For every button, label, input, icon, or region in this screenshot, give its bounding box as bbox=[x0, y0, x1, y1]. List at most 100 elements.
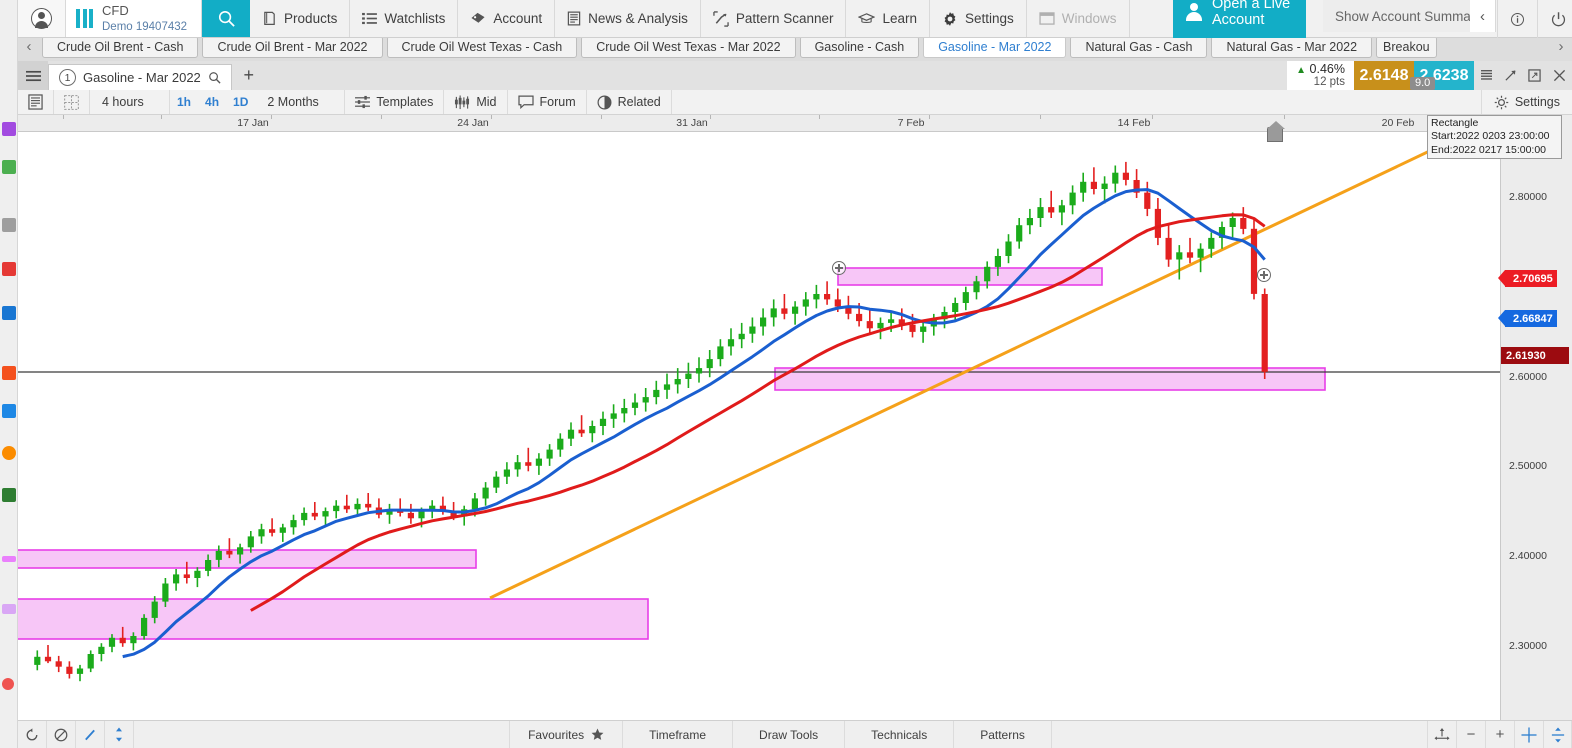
instrument-tab-crude-oil-west-texas-mar-2022[interactable]: Crude Oil West Texas - Mar 2022 bbox=[581, 35, 796, 58]
rectangle-handle-left[interactable] bbox=[832, 261, 846, 275]
pen-icon bbox=[85, 729, 95, 740]
draw-pen-button[interactable] bbox=[76, 721, 105, 748]
range-selector[interactable]: 2 Months bbox=[255, 90, 346, 114]
panel-icon bbox=[28, 94, 43, 110]
nav-item-news-analysis[interactable]: News & Analysis bbox=[555, 0, 701, 37]
tab-label: Crude Oil West Texas - Cash bbox=[401, 39, 563, 54]
add-chart-tab-button[interactable]: + bbox=[232, 61, 266, 90]
chart-menu-button[interactable] bbox=[18, 61, 48, 90]
minimize-button[interactable] bbox=[1498, 61, 1522, 90]
taskbar-icon-dot-red[interactable] bbox=[2, 678, 14, 690]
brand-logo[interactable]: CFD Demo 19407432 bbox=[66, 0, 203, 37]
tab-label: Natural Gas - Mar 2022 bbox=[1226, 39, 1358, 54]
instrument-tab-breakout[interactable]: Breakou bbox=[1376, 35, 1437, 58]
nav-item-account[interactable]: Account bbox=[458, 0, 556, 37]
trading-platform-window: CFD Demo 19407432 Products Watchlists Ac… bbox=[0, 0, 1572, 748]
clear-drawings-button[interactable] bbox=[47, 721, 76, 748]
bottom-toolbar: Favourites Timeframe Draw Tools Technica… bbox=[18, 720, 1572, 748]
nav-item-watchlists[interactable]: Watchlists bbox=[350, 0, 459, 37]
taskbar-icon-calc[interactable] bbox=[2, 488, 16, 502]
chart-plot[interactable] bbox=[18, 132, 1500, 702]
undo-button[interactable] bbox=[18, 721, 47, 748]
logout-button[interactable] bbox=[1538, 0, 1572, 38]
chart-options-button[interactable] bbox=[1474, 61, 1498, 90]
date-tick-label: 20 Feb bbox=[1381, 117, 1415, 129]
draw-tools-label: Draw Tools bbox=[759, 727, 819, 742]
instrument-tab-natural-gas-cash[interactable]: Natural Gas - Cash bbox=[1070, 35, 1208, 58]
instrument-tab-gasoline-mar-2022[interactable]: Gasoline - Mar 2022 bbox=[923, 35, 1067, 58]
date-tick-label: 7 Feb bbox=[897, 117, 925, 129]
technicals-button[interactable]: Technicals bbox=[845, 721, 955, 748]
price-tick-label: 2.40000 bbox=[1509, 550, 1547, 562]
zoom-out-button[interactable]: − bbox=[1456, 721, 1485, 748]
crosshair-button[interactable] bbox=[1514, 721, 1543, 748]
taskbar-icon-green[interactable] bbox=[2, 160, 16, 174]
instrument-tab-gasoline-cash[interactable]: Gasoline - Cash bbox=[799, 35, 920, 58]
chart-tab-gasoline-mar-2022[interactable]: 1 Gasoline - Mar 2022 bbox=[48, 64, 232, 90]
forum-label: Forum bbox=[539, 95, 576, 109]
related-button[interactable]: Related bbox=[587, 90, 672, 114]
instrument-tab-crude-oil-west-texas-cash[interactable]: Crude Oil West Texas - Cash bbox=[386, 35, 578, 58]
chart-settings-button[interactable]: Settings bbox=[1480, 90, 1572, 114]
chart-price-axis[interactable]: 2.80000 2.60000 2.50000 2.40000 2.30000 … bbox=[1498, 115, 1572, 720]
close-button[interactable] bbox=[1546, 61, 1572, 90]
taskbar-icon-gray[interactable] bbox=[2, 218, 16, 232]
favourites-button[interactable]: Favourites bbox=[510, 721, 624, 748]
quick-interval-4h[interactable]: 4h bbox=[198, 90, 226, 114]
nav-item-settings[interactable]: Settings bbox=[930, 0, 1027, 37]
global-search-button[interactable] bbox=[202, 0, 251, 37]
cta-line-2: Account bbox=[1212, 12, 1265, 28]
change-percent: ▲ 0.46% bbox=[1296, 62, 1345, 77]
taskbar-icon-violet[interactable] bbox=[2, 604, 16, 614]
gear-icon bbox=[944, 11, 956, 26]
os-taskbar[interactable] bbox=[0, 0, 18, 748]
taskbar-icon-chrome[interactable] bbox=[2, 122, 16, 136]
window-icon bbox=[1039, 12, 1055, 25]
tab-label: Crude Oil Brent - Cash bbox=[57, 39, 184, 54]
fit-width-button[interactable] bbox=[1427, 721, 1456, 748]
templates-button[interactable]: Templates bbox=[345, 90, 445, 114]
date-tick bbox=[710, 115, 711, 119]
taskbar-icon-pin[interactable] bbox=[2, 446, 16, 460]
interval-selector[interactable]: 4 hours bbox=[90, 90, 170, 114]
nav-item-windows[interactable]: Windows bbox=[1027, 0, 1130, 37]
rectangle-handle-right[interactable] bbox=[1257, 268, 1271, 282]
date-tick bbox=[929, 115, 930, 119]
taskbar-icon-red[interactable] bbox=[2, 262, 16, 276]
chart-area[interactable]: 17 Jan 24 Jan 31 Jan 7 Feb 14 Feb 20 Feb bbox=[18, 115, 1572, 720]
popout-button[interactable] bbox=[1522, 61, 1546, 90]
taskbar-icon-blue[interactable] bbox=[2, 306, 16, 320]
nav-item-pattern-scanner[interactable]: Pattern Scanner bbox=[701, 0, 847, 37]
scale-y-button[interactable] bbox=[1543, 721, 1572, 748]
rectangle-zones bbox=[18, 267, 1326, 640]
chart-layout-button[interactable] bbox=[18, 90, 54, 114]
instrument-tab-natural-gas-mar-2022[interactable]: Natural Gas - Mar 2022 bbox=[1211, 35, 1373, 58]
taskbar-icon-excel[interactable] bbox=[2, 404, 16, 418]
search-icon bbox=[208, 72, 221, 84]
timeframe-button[interactable]: Timeframe bbox=[623, 721, 734, 748]
grid-layout-button[interactable] bbox=[54, 90, 90, 114]
open-live-account-button[interactable]: Open a Live Account bbox=[1173, 0, 1307, 38]
collapse-summary-button[interactable]: ‹ bbox=[1470, 0, 1496, 32]
instrument-tab-crude-oil-brent-mar-2022[interactable]: Crude Oil Brent - Mar 2022 bbox=[202, 35, 383, 58]
tab-label: Crude Oil Brent - Mar 2022 bbox=[217, 39, 368, 54]
user-avatar-button[interactable] bbox=[18, 0, 66, 37]
nav-item-products[interactable]: Products bbox=[250, 0, 351, 37]
event-marker-icon[interactable] bbox=[1267, 121, 1285, 142]
quick-interval-1h[interactable]: 1h bbox=[170, 90, 198, 114]
nav-item-learn[interactable]: Learn bbox=[846, 0, 931, 37]
info-button[interactable] bbox=[1497, 0, 1538, 38]
date-tick-label: 17 Jan bbox=[237, 117, 269, 129]
sell-price-button[interactable]: 2.6148 bbox=[1354, 61, 1414, 90]
price-type-button[interactable]: Mid bbox=[444, 90, 508, 114]
taskbar-icon-magenta[interactable] bbox=[2, 556, 16, 562]
taskbar-icon-orange[interactable] bbox=[2, 366, 16, 380]
quick-interval-1d[interactable]: 1D bbox=[226, 90, 255, 114]
patterns-button[interactable]: Patterns bbox=[954, 721, 1052, 748]
draw-tools-button[interactable]: Draw Tools bbox=[733, 721, 846, 748]
forum-button[interactable]: Forum bbox=[508, 90, 587, 114]
chart-canvas[interactable] bbox=[18, 132, 1500, 702]
vertical-scale-button[interactable] bbox=[105, 721, 134, 748]
zoom-in-button[interactable]: + bbox=[1485, 721, 1514, 748]
instrument-tab-crude-oil-brent-cash[interactable]: Crude Oil Brent - Cash bbox=[42, 35, 199, 58]
